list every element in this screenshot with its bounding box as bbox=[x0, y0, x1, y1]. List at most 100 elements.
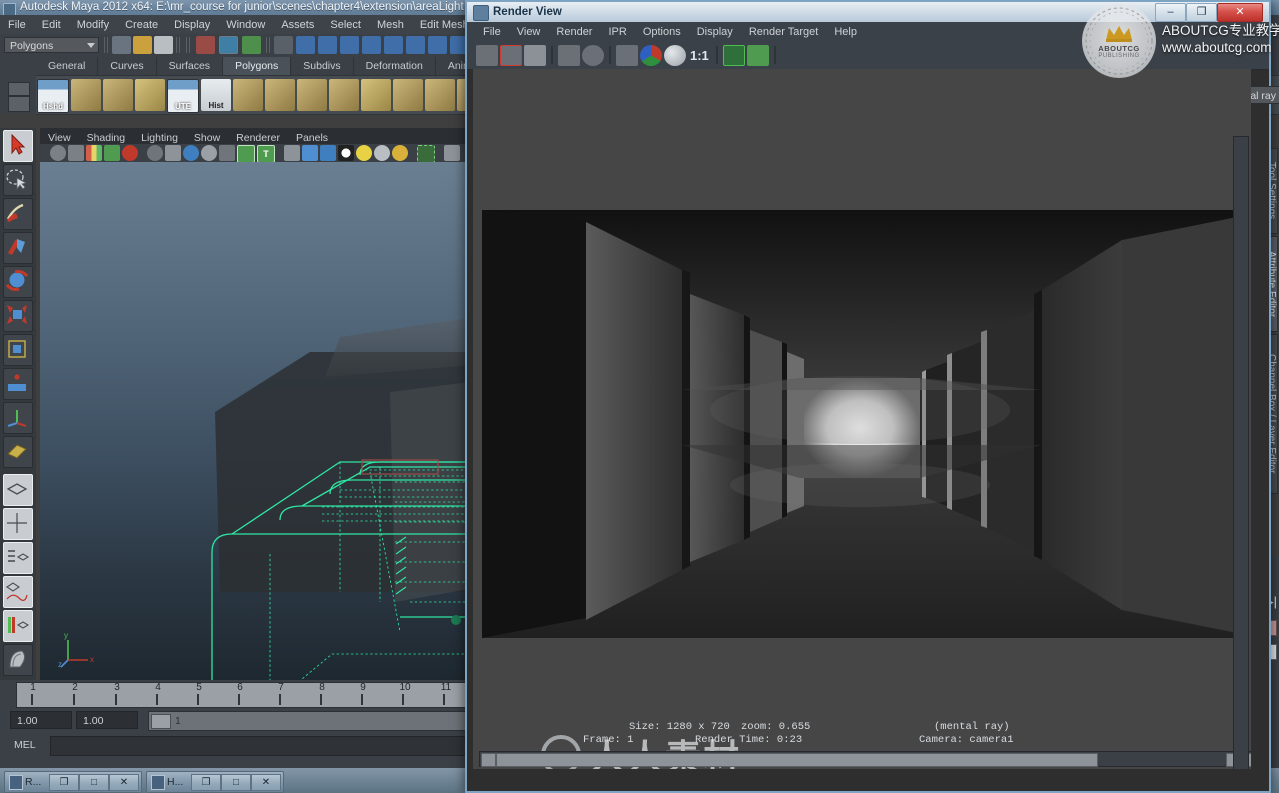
wireframe-on-shaded-icon[interactable] bbox=[237, 145, 255, 163]
render-view-horizontal-scrollbar[interactable] bbox=[479, 751, 1251, 767]
shelf-tab-polygons[interactable]: Polygons bbox=[223, 57, 292, 76]
range-left-handle[interactable] bbox=[151, 714, 171, 729]
universal-manipulator-button[interactable] bbox=[3, 334, 33, 366]
render-view-maximize-button[interactable]: ❐ bbox=[1186, 3, 1217, 22]
isolate-select-icon[interactable] bbox=[417, 145, 435, 163]
shelf-tab-subdivs[interactable]: Subdivs bbox=[291, 57, 354, 76]
menu-mesh[interactable]: Mesh bbox=[369, 16, 412, 35]
rv-menu-display[interactable]: Display bbox=[689, 22, 741, 42]
shelf-tab-surfaces[interactable]: Surfaces bbox=[157, 57, 224, 76]
snapshot-icon[interactable] bbox=[524, 45, 546, 66]
render-view-canvas[interactable]: 人人素材 Size: 1280 x 720 zoom: 0.655 (menta… bbox=[473, 69, 1251, 769]
render-current-frame-icon[interactable] bbox=[500, 45, 522, 66]
rendered-image[interactable] bbox=[482, 210, 1242, 638]
render-settings-icon[interactable] bbox=[616, 45, 638, 66]
snap-projected-center-button[interactable] bbox=[362, 36, 381, 54]
select-tool-button[interactable] bbox=[3, 130, 33, 162]
use-all-lights-icon[interactable] bbox=[374, 145, 390, 161]
range-end-field[interactable]: 1.00 bbox=[76, 711, 138, 729]
shelf-icon-duplicate[interactable] bbox=[393, 79, 423, 111]
selection-mask-button[interactable] bbox=[274, 36, 293, 54]
menu-create[interactable]: Create bbox=[117, 16, 166, 35]
construction-history-button[interactable] bbox=[428, 36, 447, 54]
paint-select-tool-button[interactable] bbox=[3, 198, 33, 230]
shelf-icon-polyselect[interactable] bbox=[103, 79, 133, 111]
show-manip-tool-button[interactable] bbox=[3, 402, 33, 434]
scale-tool-button[interactable] bbox=[3, 300, 33, 332]
rv-menu-file[interactable]: File bbox=[475, 22, 509, 42]
render-region-icon[interactable] bbox=[476, 45, 498, 66]
soft-select-tool-button[interactable] bbox=[3, 368, 33, 400]
quick-layout-four-button[interactable] bbox=[3, 508, 33, 540]
smooth-shade-all-icon[interactable] bbox=[302, 145, 318, 161]
quick-layout-single-button[interactable] bbox=[3, 474, 33, 506]
rv-menu-render[interactable]: Render bbox=[548, 22, 600, 42]
menu-file[interactable]: File bbox=[0, 16, 34, 35]
occlusion-icon[interactable] bbox=[444, 145, 460, 161]
grid-display-icon[interactable] bbox=[147, 145, 163, 161]
shelf-icon-hist[interactable]: Hist bbox=[201, 79, 231, 111]
shelf-icon-delete-face[interactable] bbox=[425, 79, 455, 111]
new-scene-button[interactable] bbox=[112, 36, 131, 54]
rv-menu-help[interactable]: Help bbox=[826, 22, 865, 42]
select-camera-icon[interactable] bbox=[50, 145, 66, 161]
shadows-icon[interactable] bbox=[392, 145, 408, 161]
menu-display[interactable]: Display bbox=[166, 16, 218, 35]
resolution-gate-icon[interactable] bbox=[183, 145, 199, 161]
menu-select[interactable]: Select bbox=[322, 16, 369, 35]
camera-attributes-icon[interactable] bbox=[68, 145, 84, 161]
rotate-tool-button[interactable] bbox=[3, 266, 33, 298]
two-d-pan-zoom-icon[interactable] bbox=[122, 145, 138, 161]
shelf-tab-deformation[interactable]: Deformation bbox=[354, 57, 436, 76]
snap-point-button[interactable] bbox=[340, 36, 359, 54]
remove-image-icon[interactable] bbox=[746, 45, 769, 66]
shelf-icon-polysplit[interactable] bbox=[135, 79, 165, 111]
menu-window[interactable]: Window bbox=[218, 16, 273, 35]
text-display-icon[interactable]: T bbox=[257, 145, 275, 163]
smooth-shade-selected-icon[interactable] bbox=[320, 145, 336, 161]
select-by-object-type-button[interactable] bbox=[219, 36, 238, 54]
save-scene-button[interactable] bbox=[154, 36, 173, 54]
last-tool-button[interactable] bbox=[3, 436, 33, 468]
quick-layout-outliner-button[interactable] bbox=[3, 542, 33, 574]
scroll-left-arrow-icon[interactable] bbox=[481, 753, 496, 767]
mdi-close-button-1[interactable]: ✕ bbox=[109, 774, 139, 791]
shelf-icon-hshd[interactable]: Hshd bbox=[37, 79, 69, 113]
bookmarks-icon[interactable] bbox=[86, 145, 102, 161]
shelf-icon-merge[interactable] bbox=[329, 79, 359, 111]
ratio-1to1-label[interactable]: 1:1 bbox=[690, 42, 709, 69]
shelf-tab-general[interactable]: General bbox=[36, 57, 99, 76]
quick-layout-graph-button[interactable] bbox=[3, 576, 33, 608]
use-default-lighting-icon[interactable] bbox=[356, 145, 372, 161]
render-view-vertical-scrollbar[interactable] bbox=[1233, 136, 1249, 769]
snap-grid-button[interactable] bbox=[296, 36, 315, 54]
mdi-close-button-2[interactable]: ✕ bbox=[251, 774, 281, 791]
snap-to-live-button[interactable] bbox=[406, 36, 425, 54]
mdi-window-render-view[interactable]: R... ❐ □ ✕ bbox=[4, 771, 142, 793]
mdi-maximize-button-2[interactable]: □ bbox=[221, 774, 251, 791]
quick-layout-persp-graph-button[interactable] bbox=[3, 610, 33, 642]
menuset-dropdown[interactable]: Polygons bbox=[4, 37, 99, 53]
menu-edit[interactable]: Edit bbox=[34, 16, 69, 35]
mdi-restore-button-2[interactable]: ❐ bbox=[191, 774, 221, 791]
shelf-icon-bevel[interactable] bbox=[297, 79, 327, 111]
rv-menu-options[interactable]: Options bbox=[635, 22, 689, 42]
shelf-options-button[interactable] bbox=[8, 96, 30, 112]
film-gate-icon[interactable] bbox=[165, 145, 181, 161]
command-language-label[interactable]: MEL bbox=[14, 737, 36, 753]
lasso-tool-button[interactable] bbox=[3, 164, 33, 196]
alpha-channel-icon[interactable] bbox=[664, 45, 686, 66]
gate-mask-icon[interactable] bbox=[201, 145, 217, 161]
rv-menu-ipr[interactable]: IPR bbox=[600, 22, 634, 42]
render-view-minimize-button[interactable]: – bbox=[1155, 3, 1186, 22]
rv-menu-render-target[interactable]: Render Target bbox=[741, 22, 827, 42]
mdi-maximize-button-1[interactable]: □ bbox=[79, 774, 109, 791]
snap-curve-button[interactable] bbox=[318, 36, 337, 54]
mdi-window-hypershade[interactable]: H... ❐ □ ✕ bbox=[146, 771, 284, 793]
ipr-render-icon[interactable] bbox=[558, 45, 580, 66]
paint-effects-tool-button[interactable] bbox=[3, 644, 33, 676]
refresh-icon[interactable] bbox=[582, 45, 604, 66]
horizontal-scroll-thumb[interactable] bbox=[496, 753, 1098, 767]
select-by-hierarchy-button[interactable] bbox=[196, 36, 215, 54]
wireframe-shading-icon[interactable] bbox=[284, 145, 300, 161]
